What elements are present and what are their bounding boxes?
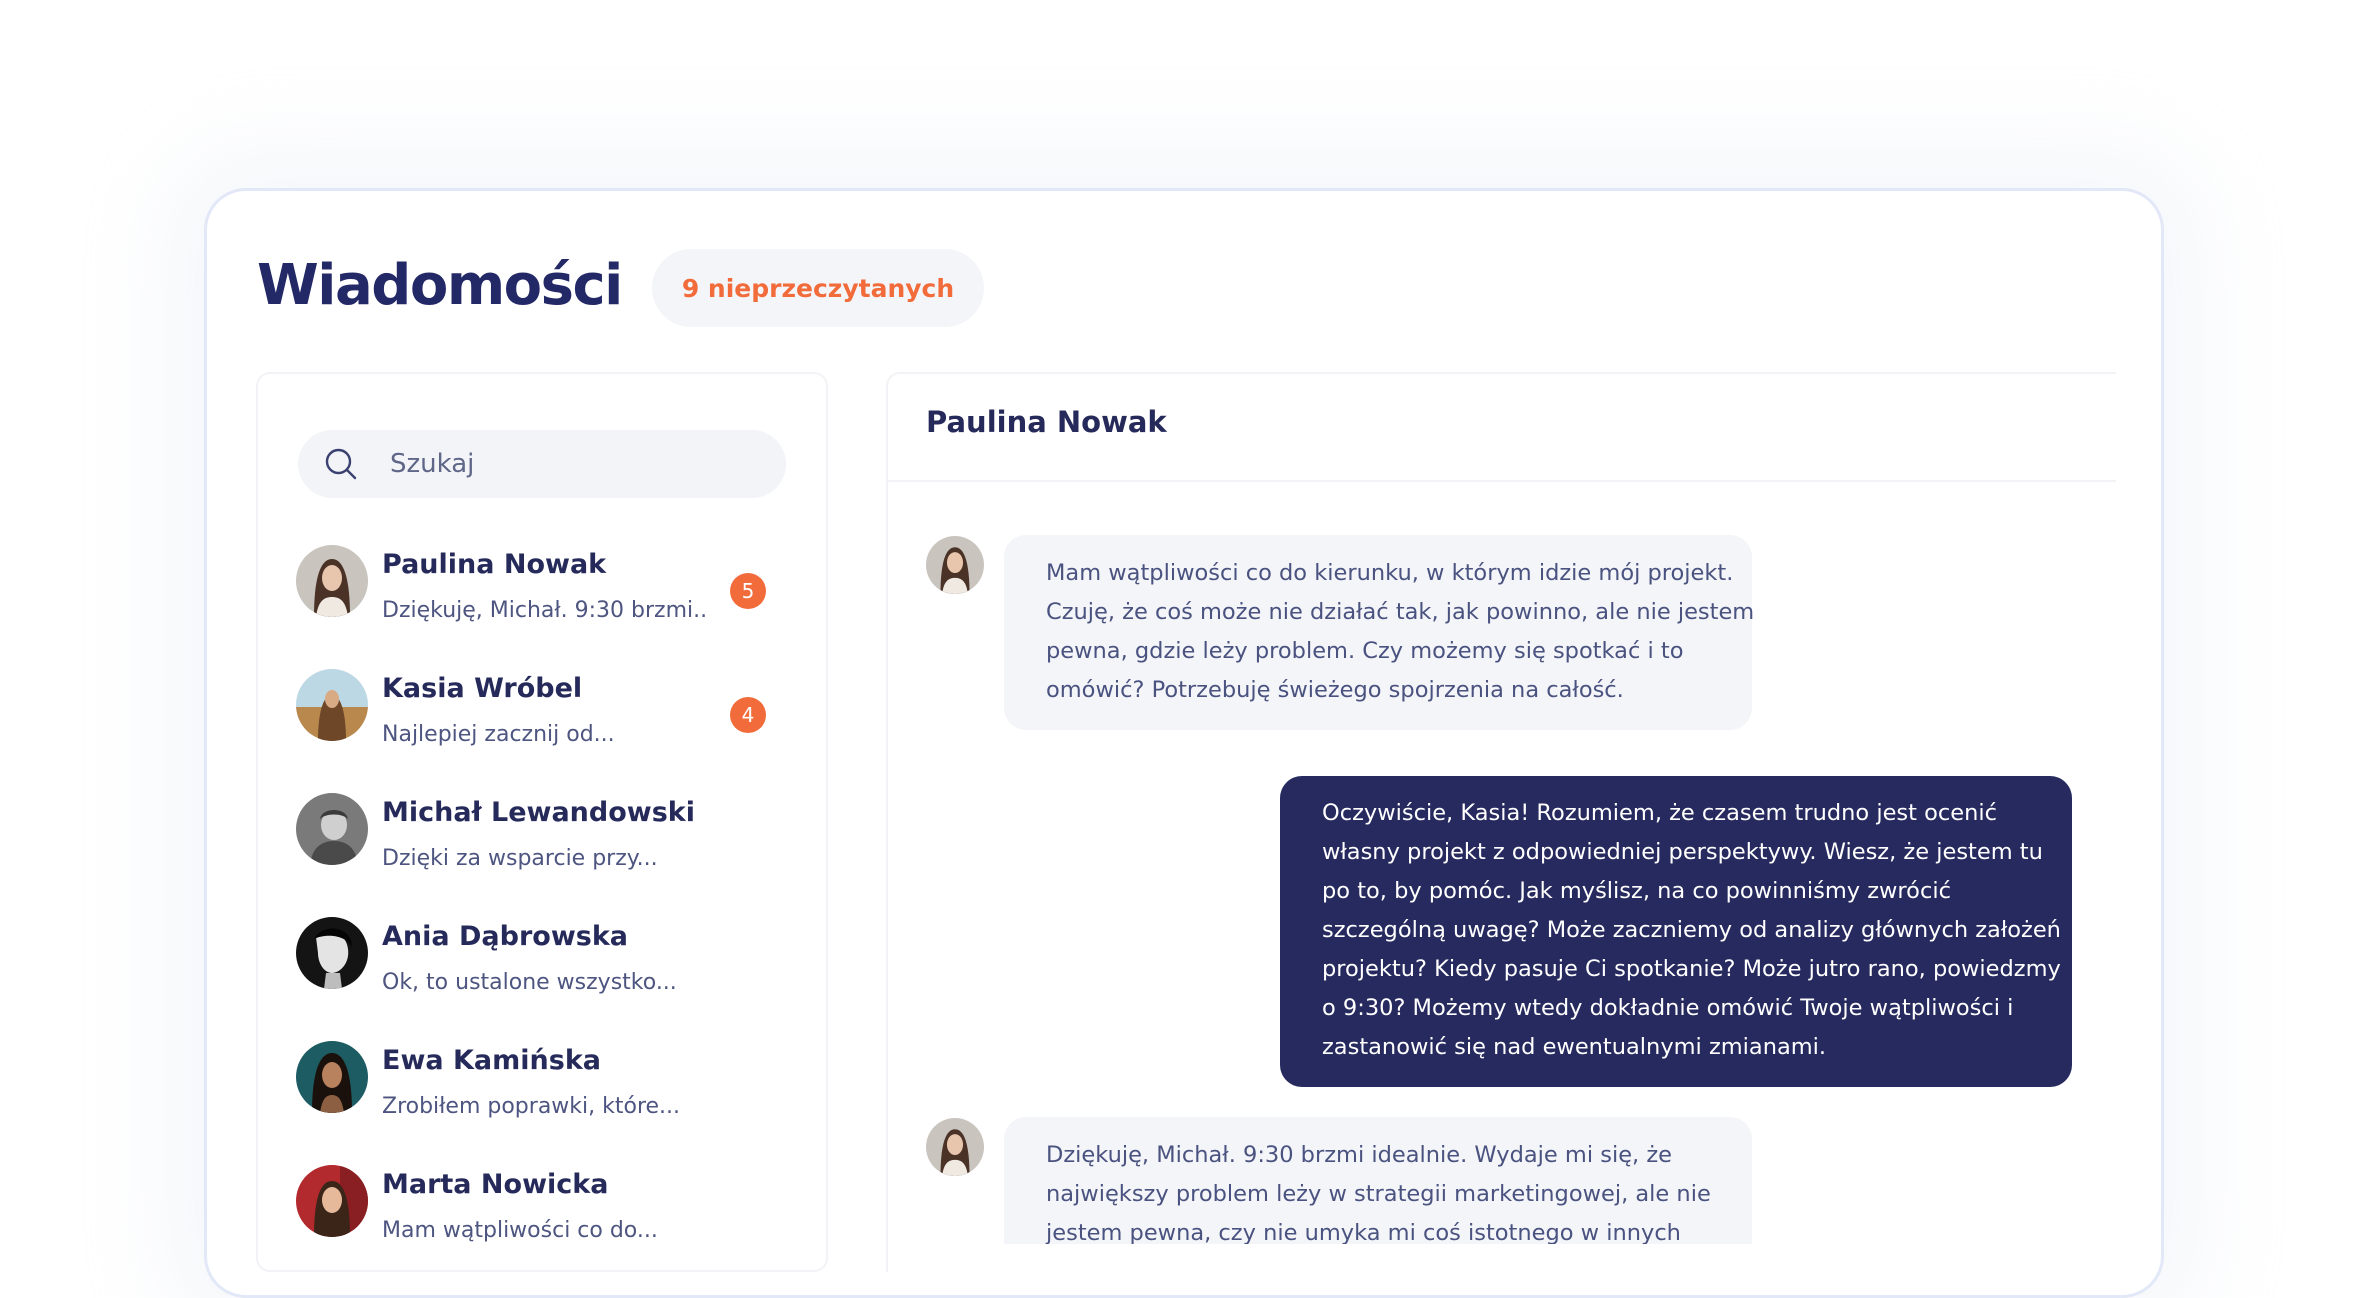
contact-name: Ewa Kamińska — [382, 1045, 602, 1076]
message-line: największy problem leży w strategii mark… — [1046, 1181, 1711, 1207]
message-line: Oczywiście, Kasia! Rozumiem, że czasem t… — [1322, 800, 1997, 826]
avatar — [296, 545, 368, 617]
contact-name: Kasia Wróbel — [382, 673, 583, 704]
avatar — [296, 917, 368, 989]
avatar — [296, 669, 368, 741]
contact-item-paulina-nowak[interactable]: Paulina Nowak Dziękuję, Michał. 9:30 brz… — [296, 545, 796, 645]
message-line: jestem pewna, czy nie umyka mi coś istot… — [1046, 1220, 1681, 1244]
contact-preview: Mam wątpliwości co do... — [382, 1218, 658, 1243]
message-line: pewna, gdzie leży problem. Czy możemy si… — [1046, 638, 1684, 664]
message-incoming: Dziękuję, Michał. 9:30 brzmi idealnie. W… — [1004, 1117, 1752, 1244]
chat-header-divider — [888, 480, 2116, 482]
search-input[interactable] — [390, 430, 750, 498]
contact-item-marta-nowicka[interactable]: Marta Nowicka Mam wątpliwości co do... — [296, 1165, 796, 1265]
contact-item-kasia-wrobel[interactable]: Kasia Wróbel Najlepiej zacznij od... 4 — [296, 669, 796, 769]
message-line: po to, by pomóc. Jak myślisz, na co powi… — [1322, 878, 1951, 904]
message-line: o 9:30? Możemy wtedy dokładnie omówić Tw… — [1322, 995, 2014, 1021]
contact-preview: Ok, to ustalone wszystko... — [382, 970, 677, 995]
message-line: projektu? Kiedy pasuje Ci spotkanie? Moż… — [1322, 956, 2061, 982]
unread-badge: 4 — [730, 697, 766, 733]
avatar — [926, 536, 984, 594]
page-title: Wiadomości — [257, 253, 623, 318]
contact-item-ania-dabrowska[interactable]: Ania Dąbrowska Ok, to ustalone wszystko.… — [296, 917, 796, 1017]
contact-name: Ania Dąbrowska — [382, 921, 629, 952]
message-line: omówić? Potrzebuję świeżego spojrzenia n… — [1046, 677, 1624, 703]
contact-preview: Dziękuję, Michał. 9:30 brzmi.. — [382, 598, 708, 623]
message-line: Dziękuję, Michał. 9:30 brzmi idealnie. W… — [1046, 1142, 1673, 1168]
unread-badge: 5 — [730, 573, 766, 609]
avatar — [296, 1165, 368, 1237]
message-line: Mam wątpliwości co do kierunku, w którym… — [1046, 560, 1734, 586]
chat-header-title: Paulina Nowak — [926, 405, 1167, 439]
message-line: szczególną uwagę? Może zaczniemy od anal… — [1322, 917, 2061, 943]
avatar — [296, 793, 368, 865]
contact-name: Michał Lewandowski — [382, 797, 695, 828]
message-outgoing: Oczywiście, Kasia! Rozumiem, że czasem t… — [1280, 776, 2072, 1087]
message-line: zastanowić się nad ewentualnymi zmianami… — [1322, 1034, 1827, 1060]
unread-count-badge[interactable]: 9 nieprzeczytanych — [652, 249, 984, 327]
contact-item-michal-lewandowski[interactable]: Michał Lewandowski Dzięki za wsparcie pr… — [296, 793, 796, 893]
contact-preview: Najlepiej zacznij od... — [382, 722, 615, 747]
contact-name: Marta Nowicka — [382, 1169, 609, 1200]
contact-preview: Zrobiłem poprawki, które... — [382, 1094, 681, 1119]
message-line: własny projekt z odpowiedniej perspektyw… — [1322, 839, 2043, 865]
message-incoming: Mam wątpliwości co do kierunku, w którym… — [1004, 535, 1755, 730]
message-line: Czuję, że coś może nie działać tak, jak … — [1046, 599, 1755, 625]
contact-preview: Dzięki za wsparcie przy... — [382, 846, 658, 871]
search-icon — [324, 447, 358, 481]
avatar — [926, 1118, 984, 1176]
contact-item-ewa-kaminska[interactable]: Ewa Kamińska Zrobiłem poprawki, które... — [296, 1041, 796, 1141]
search-bar[interactable] — [298, 430, 786, 498]
contact-name: Paulina Nowak — [382, 549, 607, 580]
avatar — [296, 1041, 368, 1113]
